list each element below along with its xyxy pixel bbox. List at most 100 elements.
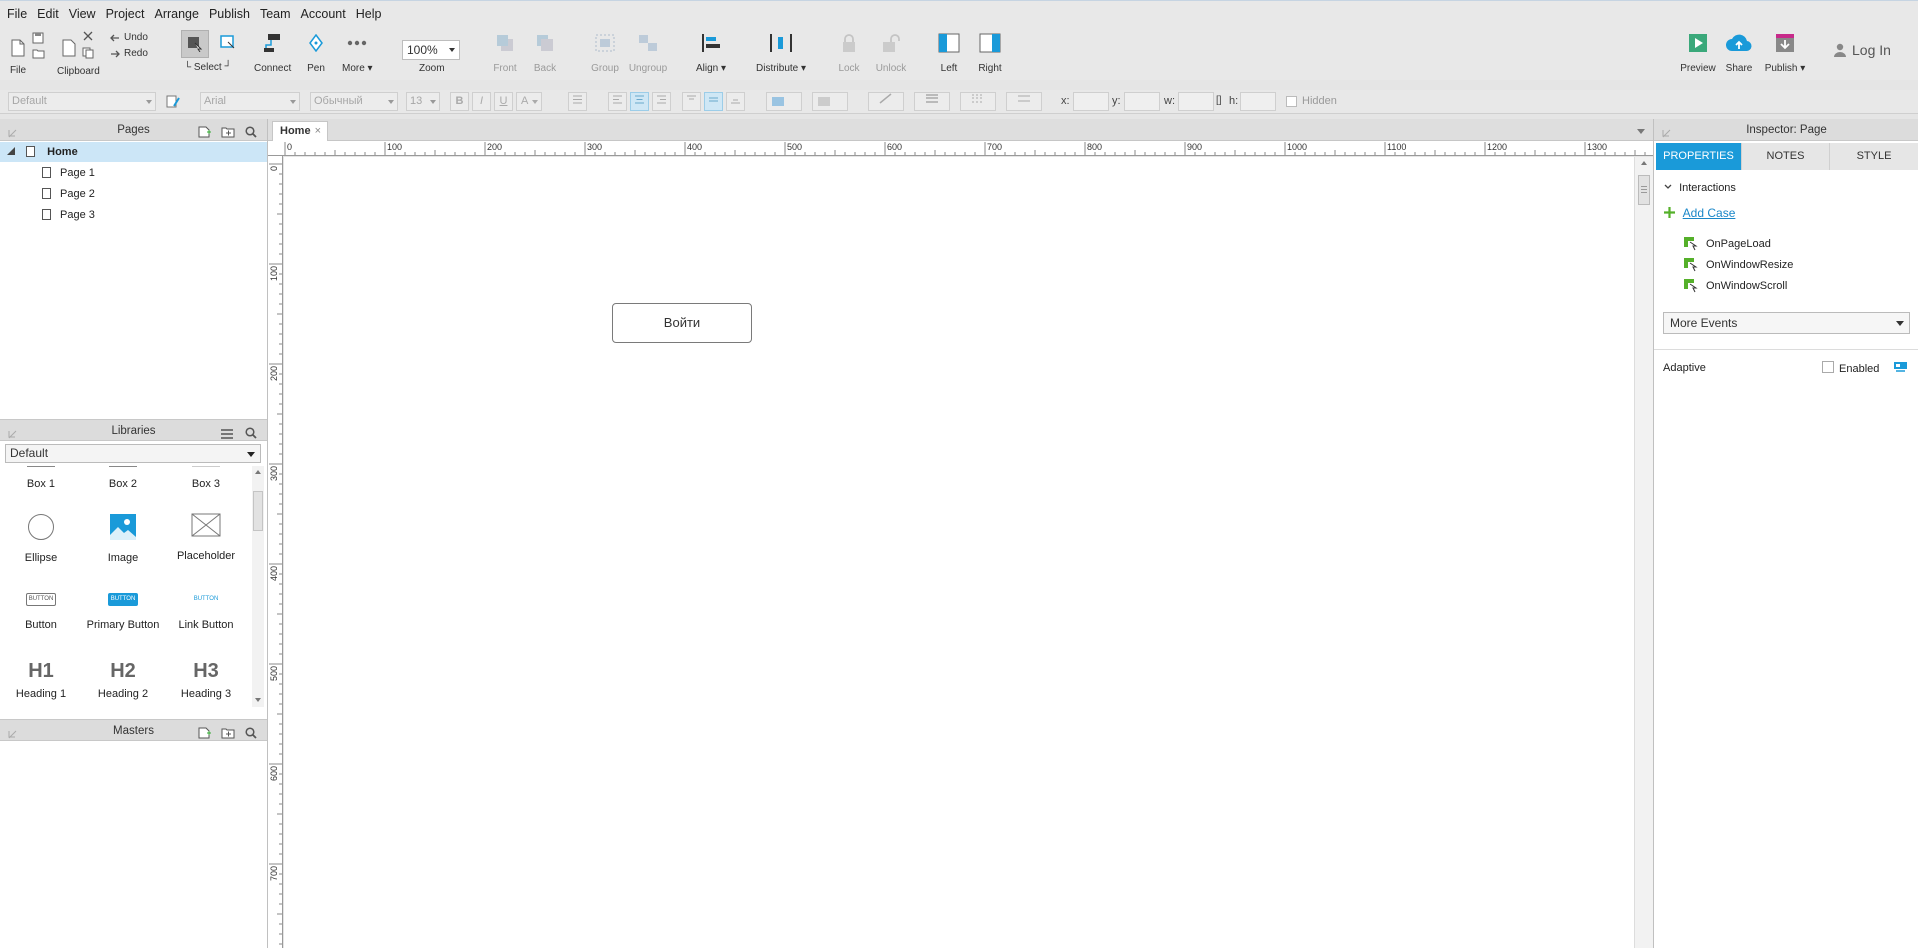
library-item-heading-1[interactable]: H1 Heading 1 (0, 660, 82, 700)
interactions-section-toggle[interactable]: Interactions (1664, 182, 1736, 194)
italic-button[interactable]: I (472, 92, 491, 111)
menu-project[interactable]: Project (105, 7, 152, 21)
library-item-box-3[interactable]: Box 3 (165, 466, 247, 490)
underline-button[interactable]: U (494, 92, 513, 111)
adaptive-enabled-checkbox[interactable] (1822, 361, 1834, 373)
scroll-up-icon[interactable] (1641, 161, 1647, 165)
align-text-left-button[interactable] (608, 92, 627, 111)
menu-team[interactable]: Team (259, 7, 298, 21)
h-input[interactable] (1240, 92, 1276, 111)
expanded-triangle-icon[interactable] (7, 147, 15, 155)
library-item-primary-button[interactable]: BUTTON Primary Button (82, 593, 164, 631)
event-onwindowresize[interactable]: OnWindowResize (1684, 257, 1793, 273)
right-panel-toggle[interactable]: Right (976, 30, 1004, 74)
distribute-button[interactable]: Distribute ▾ (756, 30, 806, 74)
library-item-image[interactable]: Image (82, 513, 164, 564)
menu-edit[interactable]: Edit (36, 7, 66, 21)
canvas-vertical-scrollbar[interactable] (1634, 157, 1653, 948)
scroll-thumb[interactable] (253, 491, 263, 531)
bullet-list-button[interactable] (568, 92, 587, 111)
library-item-box-1[interactable]: Box 1 (0, 466, 82, 490)
menu-arrange[interactable]: Arrange (153, 7, 205, 21)
library-select[interactable]: Default (5, 444, 261, 463)
add-folder-icon[interactable] (221, 725, 235, 747)
login-button[interactable]: Log In (1834, 42, 1891, 58)
library-item-heading-2[interactable]: H2 Heading 2 (82, 660, 164, 700)
save-icon-button[interactable] (32, 32, 44, 47)
more-events-select[interactable]: More Events (1663, 312, 1910, 334)
valign-middle-button[interactable] (704, 92, 723, 111)
open-icon-button[interactable] (32, 48, 45, 62)
scroll-up-icon[interactable] (255, 470, 261, 474)
adaptive-views-button[interactable] (1893, 361, 1908, 375)
share-button[interactable]: Share (1722, 30, 1756, 74)
style-select[interactable]: Default (8, 92, 156, 111)
copy-button[interactable] (82, 47, 94, 62)
zoom-select[interactable]: 100% (402, 40, 460, 60)
lock-button[interactable]: Lock (836, 30, 862, 74)
file-button[interactable]: File (8, 30, 28, 76)
menu-help[interactable]: Help (355, 7, 389, 21)
fill-color-button[interactable] (766, 92, 802, 111)
library-item-placeholder[interactable]: Placeholder (165, 513, 247, 562)
design-canvas[interactable]: Войти (284, 157, 1634, 948)
font-size-select[interactable]: 13 (406, 92, 440, 111)
event-onpageload[interactable]: OnPageLoad (1684, 236, 1771, 252)
ungroup-button[interactable]: Ungroup (628, 30, 668, 74)
font-family-select[interactable]: Arial (200, 92, 300, 111)
line-width-button[interactable] (914, 92, 950, 111)
canvas-login-button-widget[interactable]: Войти (612, 303, 752, 343)
connect-tool[interactable]: Connect (254, 30, 291, 74)
select-tool[interactable] (180, 30, 210, 58)
page-tree-item-home[interactable]: Home (0, 142, 267, 162)
line-pattern-button[interactable] (960, 92, 996, 111)
library-item-button[interactable]: BUTTON Button (0, 593, 82, 631)
scroll-thumb[interactable] (1638, 175, 1650, 205)
add-master-icon[interactable] (198, 725, 211, 747)
left-panel-toggle[interactable]: Left (936, 30, 962, 74)
close-icon[interactable]: × (315, 122, 321, 141)
align-text-right-button[interactable] (652, 92, 671, 111)
align-text-center-button[interactable] (630, 92, 649, 111)
font-weight-select[interactable]: Обычный (310, 92, 398, 111)
menu-file[interactable]: File (6, 7, 34, 21)
style-manager-button[interactable] (166, 95, 180, 111)
collapse-panel-icon[interactable] (8, 725, 17, 747)
library-item-ellipse[interactable]: Ellipse (0, 513, 82, 564)
preview-button[interactable]: Preview (1680, 30, 1716, 74)
cut-button[interactable] (82, 30, 94, 45)
library-item-link-button[interactable]: BUTTON Link Button (165, 593, 247, 631)
pen-tool[interactable]: Pen (306, 30, 326, 74)
send-back-button[interactable]: Back (530, 30, 560, 74)
tab-properties[interactable]: PROPERTIES (1656, 143, 1742, 170)
library-item-heading-3[interactable]: H3 Heading 3 (165, 660, 247, 700)
tab-home[interactable]: Home × (272, 121, 328, 141)
bring-front-button[interactable]: Front (490, 30, 520, 74)
hidden-checkbox[interactable] (1286, 96, 1297, 107)
align-button[interactable]: Align ▾ (696, 30, 726, 74)
search-icon[interactable] (245, 725, 257, 747)
page-tree-item-page-3[interactable]: Page 3 (42, 205, 95, 225)
page-tree-item-page-1[interactable]: Page 1 (42, 163, 95, 183)
group-button[interactable]: Group (590, 30, 620, 74)
more-tools-button[interactable]: More ▾ (342, 30, 373, 74)
page-tree-item-page-2[interactable]: Page 2 (42, 184, 95, 204)
library-item-box-2[interactable]: Box 2 (82, 466, 164, 490)
menu-account[interactable]: Account (300, 7, 353, 21)
add-case-link[interactable]: Add Case (1664, 206, 1735, 220)
undo-button[interactable]: Undo (110, 32, 148, 43)
tab-notes[interactable]: NOTES (1742, 143, 1830, 170)
valign-bottom-button[interactable] (726, 92, 745, 111)
event-onwindowscroll[interactable]: OnWindowScroll (1684, 278, 1787, 294)
line-color-button[interactable] (868, 92, 904, 111)
lock-ratio-icon[interactable]: [] (1216, 95, 1222, 106)
library-scrollbar[interactable] (252, 466, 264, 707)
tab-style[interactable]: STYLE (1830, 143, 1918, 170)
y-input[interactable] (1124, 92, 1160, 111)
scroll-down-icon[interactable] (255, 698, 261, 702)
font-color-button[interactable]: A (516, 92, 542, 111)
clipboard-button[interactable] (58, 30, 80, 59)
x-input[interactable] (1073, 92, 1109, 111)
shadow-button[interactable] (812, 92, 848, 111)
unlock-button[interactable]: Unlock (874, 30, 908, 74)
